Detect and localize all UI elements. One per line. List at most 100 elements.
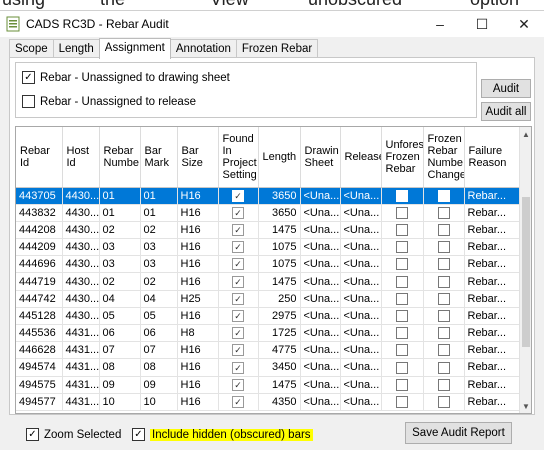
row-checkbox[interactable] [396, 344, 408, 357]
col-found-in-project[interactable]: Found In Project Setting [218, 127, 259, 188]
scroll-thumb[interactable] [522, 197, 530, 347]
row-checkbox[interactable] [396, 206, 408, 219]
row-checkbox[interactable] [396, 395, 408, 408]
unassigned-sheet-checkbox[interactable]: ✓ [22, 71, 35, 84]
tab-length[interactable]: Length [52, 39, 100, 58]
cell-bar-size: H16 [177, 221, 219, 240]
cell-found-in-project: ✓ [218, 204, 259, 222]
row-checkbox[interactable] [437, 258, 450, 271]
row-checkbox[interactable] [437, 224, 450, 237]
table-row[interactable]: 444209 4430... 03 03 H16 ✓ 1075 <Una... <Una... R… [16, 238, 522, 257]
cell-bar-size: H16 [177, 358, 219, 377]
row-checkbox[interactable] [396, 309, 408, 322]
save-audit-report-button[interactable]: Save Audit Report [405, 422, 512, 444]
cell-rebar-id: 443705 [16, 187, 63, 205]
table-row[interactable]: 446628 4431... 07 07 H16 ✓ 4775 <Una... <Una... R… [16, 341, 522, 360]
unassigned-release-checkbox[interactable] [22, 95, 35, 108]
table-row[interactable]: 444719 4430... 02 02 H16 ✓ 1475 <Una... <Una... R… [16, 272, 522, 291]
row-checkbox[interactable] [437, 395, 450, 408]
cell-failure-reason: Rebar... [464, 376, 522, 394]
audit-button[interactable]: Audit [481, 79, 531, 98]
row-checkbox[interactable] [396, 189, 408, 202]
vertical-scrollbar[interactable]: ▲ ▼ [519, 127, 531, 413]
col-bar-size[interactable]: Bar Size [177, 127, 219, 188]
table-row[interactable]: 444696 4430... 03 03 H16 ✓ 1075 <Una... <Una... R… [16, 255, 522, 274]
rebar-grid[interactable]: Rebar Id Host Id Rebar Numbe Bar Mark Ba… [15, 126, 532, 414]
col-rebar-id[interactable]: Rebar Id [16, 127, 63, 188]
cell-release: <Una... [340, 393, 382, 411]
row-checkbox[interactable] [437, 378, 450, 391]
cell-failure-reason: Rebar... [464, 187, 522, 205]
cell-bar-size: H16 [177, 307, 219, 326]
cell-release: <Una... [340, 272, 382, 291]
table-row[interactable]: 443705 4430... 01 01 H16 ✓ 3650 <Una... <Una... R… [16, 187, 522, 205]
unassigned-sheet-label: Rebar - Unassigned to drawing sheet [40, 71, 230, 84]
table-row[interactable]: 494575 4431... 09 09 H16 ✓ 1475 <Una... <Una... R… [16, 376, 522, 394]
table-row[interactable]: 494577 4431... 10 10 H16 ✓ 4350 <Una... <Una... R… [16, 393, 522, 411]
scroll-up-icon[interactable]: ▲ [520, 127, 531, 141]
row-checkbox[interactable] [437, 206, 450, 219]
col-drawing-sheet[interactable]: Drawin Sheet [300, 127, 341, 188]
table-row[interactable]: 444742 4430... 04 04 H25 ✓ 250 <Una... <Una... Re… [16, 290, 522, 308]
cell-found-in-project: ✓ [218, 272, 259, 291]
found-checkbox: ✓ [232, 275, 244, 288]
tab-annotation[interactable]: Annotation [169, 39, 237, 58]
table-row[interactable]: 443832 4430... 01 01 H16 ✓ 3650 <Una... <Una... R… [16, 204, 522, 222]
row-checkbox[interactable] [396, 361, 408, 374]
cell-length: 1725 [258, 324, 301, 343]
scroll-down-icon[interactable]: ▼ [520, 399, 531, 413]
maximize-button[interactable]: ☐ [462, 11, 502, 37]
col-release[interactable]: Release [340, 127, 382, 188]
col-failure-reason[interactable]: Failure Reason [464, 127, 522, 188]
row-checkbox[interactable] [437, 292, 450, 305]
col-length[interactable]: Length [258, 127, 301, 188]
row-checkbox[interactable] [396, 378, 408, 391]
row-checkbox[interactable] [396, 224, 408, 237]
table-row[interactable]: 445128 4430... 05 05 H16 ✓ 2975 <Una... <Una... R… [16, 307, 522, 326]
cell-host-id: 4431... [62, 324, 100, 343]
include-hidden-checkbox[interactable]: ✓ [132, 428, 145, 441]
cell-unforeseen-frozen [381, 255, 424, 274]
table-row[interactable]: 444208 4430... 02 02 H16 ✓ 1475 <Una... <Una... R… [16, 221, 522, 240]
row-checkbox[interactable] [437, 241, 450, 254]
tab-frozen-rebar[interactable]: Frozen Rebar [235, 39, 319, 58]
table-row[interactable]: 494574 4431... 08 08 H16 ✓ 3450 <Una... <Una... R… [16, 358, 522, 377]
audit-all-button[interactable]: Audit all [481, 102, 531, 121]
cell-rebar-number: 06 [99, 324, 141, 343]
row-checkbox[interactable] [396, 292, 408, 305]
cell-length: 1075 [258, 255, 301, 274]
tab-scope[interactable]: Scope [9, 39, 54, 58]
zoom-selected-option[interactable]: ✓ Zoom Selected [26, 428, 121, 441]
unassigned-sheet-option[interactable]: ✓ Rebar - Unassigned to drawing sheet [22, 71, 230, 84]
row-checkbox[interactable] [437, 344, 450, 357]
minimize-button[interactable]: – [420, 11, 460, 37]
row-checkbox[interactable] [396, 275, 408, 288]
row-checkbox[interactable] [437, 275, 450, 288]
row-checkbox[interactable] [437, 361, 450, 374]
col-unforeseen-frozen[interactable]: Unfores Frozen Rebar [381, 127, 424, 188]
row-checkbox[interactable] [437, 327, 450, 340]
cell-failure-reason: Rebar... [464, 393, 522, 411]
cell-rebar-number: 08 [99, 358, 141, 377]
row-checkbox[interactable] [396, 327, 408, 340]
zoom-selected-checkbox[interactable]: ✓ [26, 428, 39, 441]
col-host-id[interactable]: Host Id [62, 127, 100, 188]
cropped-word: the [100, 0, 125, 10]
close-button[interactable]: ✕ [504, 11, 544, 37]
col-frozen-number-change[interactable]: Frozen Rebar Numbe Change [423, 127, 465, 188]
unassigned-release-option[interactable]: Rebar - Unassigned to release [22, 95, 196, 108]
table-row[interactable]: 445536 4431... 06 06 H8 ✓ 1725 <Una... <Una... Re… [16, 324, 522, 343]
col-rebar-number[interactable]: Rebar Numbe [99, 127, 141, 188]
row-checkbox[interactable] [396, 258, 408, 271]
cell-release: <Una... [340, 255, 382, 274]
row-checkbox[interactable] [396, 241, 408, 254]
cell-release: <Una... [340, 324, 382, 343]
col-bar-mark[interactable]: Bar Mark [140, 127, 178, 188]
cell-host-id: 4430... [62, 204, 100, 222]
row-checkbox[interactable] [437, 189, 450, 202]
dialog-footer: ✓ Zoom Selected ✓ Include hidden (obscur… [0, 416, 544, 451]
tab-assignment[interactable]: Assignment [98, 38, 171, 59]
include-hidden-option[interactable]: ✓ Include hidden (obscured) bars [132, 428, 313, 441]
row-checkbox[interactable] [437, 309, 450, 322]
close-icon: ✕ [518, 15, 530, 32]
